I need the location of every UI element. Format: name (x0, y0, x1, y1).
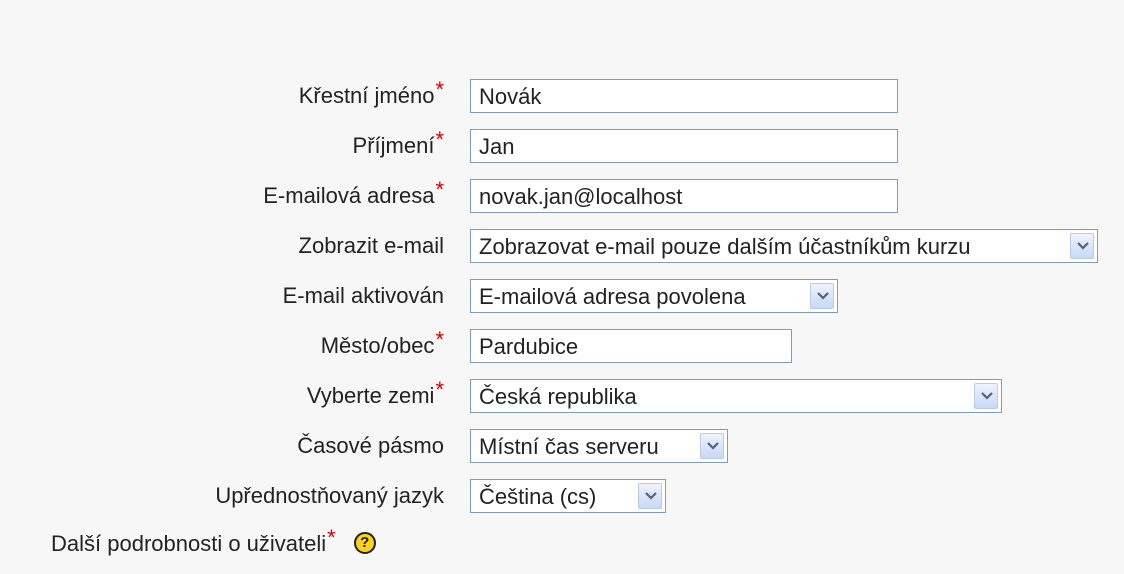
email-enabled-row: E-mail aktivován E-mailová adresa povole… (0, 276, 1124, 316)
required-marker: * (435, 177, 444, 202)
last-name-input[interactable]: Jan (470, 129, 898, 163)
chevron-down-icon[interactable] (638, 483, 662, 509)
email-enabled-label: E-mail aktivován (282, 283, 444, 308)
language-value: Čeština (cs) (479, 484, 597, 509)
chevron-down-icon[interactable] (810, 283, 834, 309)
country-label: Vyberte zemi* (306, 377, 444, 408)
chevron-down-icon[interactable] (1070, 233, 1094, 259)
timezone-label: Časové pásmo (297, 433, 444, 458)
language-select[interactable]: Čeština (cs) (470, 479, 666, 513)
first-name-value: Novák (479, 84, 542, 109)
first-name-input[interactable]: Novák (470, 79, 898, 113)
city-value: Pardubice (479, 334, 579, 359)
first-name-label: Křestní jméno* (298, 77, 444, 108)
first-name-row: Křestní jméno* Novák (0, 76, 1124, 116)
timezone-row: Časové pásmo Místní čas serveru (0, 426, 1124, 466)
city-row: Město/obec* Pardubice (0, 326, 1124, 366)
chevron-down-icon[interactable] (974, 383, 998, 409)
email-input[interactable]: novak.jan@localhost (470, 179, 898, 213)
country-value: Česká republika (479, 384, 637, 409)
description-label: Další podrobnosti o uživateli*? (51, 524, 376, 564)
language-label: Upřednostňovaný jazyk (215, 483, 444, 508)
last-name-value: Jan (479, 134, 515, 159)
description-row: Další podrobnosti o uživateli*? (0, 524, 1124, 564)
last-name-label: Příjmení* (352, 127, 444, 158)
country-select[interactable]: Česká republika (470, 379, 1002, 413)
last-name-row: Příjmení* Jan (0, 126, 1124, 166)
chevron-down-icon[interactable] (700, 433, 724, 459)
required-marker: * (435, 327, 444, 352)
display-email-select[interactable]: Zobrazovat e-mail pouze dalším účastníků… (470, 229, 1098, 263)
language-row: Upřednostňovaný jazyk Čeština (cs) (0, 476, 1124, 516)
country-row: Vyberte zemi* Česká republika (0, 376, 1124, 416)
timezone-value: Místní čas serveru (479, 434, 659, 459)
user-profile-form: Křestní jméno* Novák Příjmení* Jan E-mai… (0, 0, 1124, 574)
city-input[interactable]: Pardubice (470, 329, 792, 363)
email-row: E-mailová adresa* novak.jan@localhost (0, 176, 1124, 216)
email-enabled-select[interactable]: E-mailová adresa povolena (470, 279, 838, 313)
required-marker: * (327, 525, 336, 550)
email-label: E-mailová adresa* (263, 177, 444, 208)
display-email-value: Zobrazovat e-mail pouze dalším účastníků… (479, 234, 971, 259)
timezone-select[interactable]: Místní čas serveru (470, 429, 728, 463)
help-icon[interactable]: ? (353, 532, 376, 555)
display-email-row: Zobrazit e-mail Zobrazovat e-mail pouze … (0, 226, 1124, 266)
email-enabled-value: E-mailová adresa povolena (479, 284, 746, 309)
display-email-label: Zobrazit e-mail (298, 233, 444, 258)
email-value: novak.jan@localhost (479, 184, 683, 209)
required-marker: * (435, 77, 444, 102)
city-label: Město/obec* (320, 327, 444, 358)
required-marker: * (435, 127, 444, 152)
required-marker: * (435, 377, 444, 402)
